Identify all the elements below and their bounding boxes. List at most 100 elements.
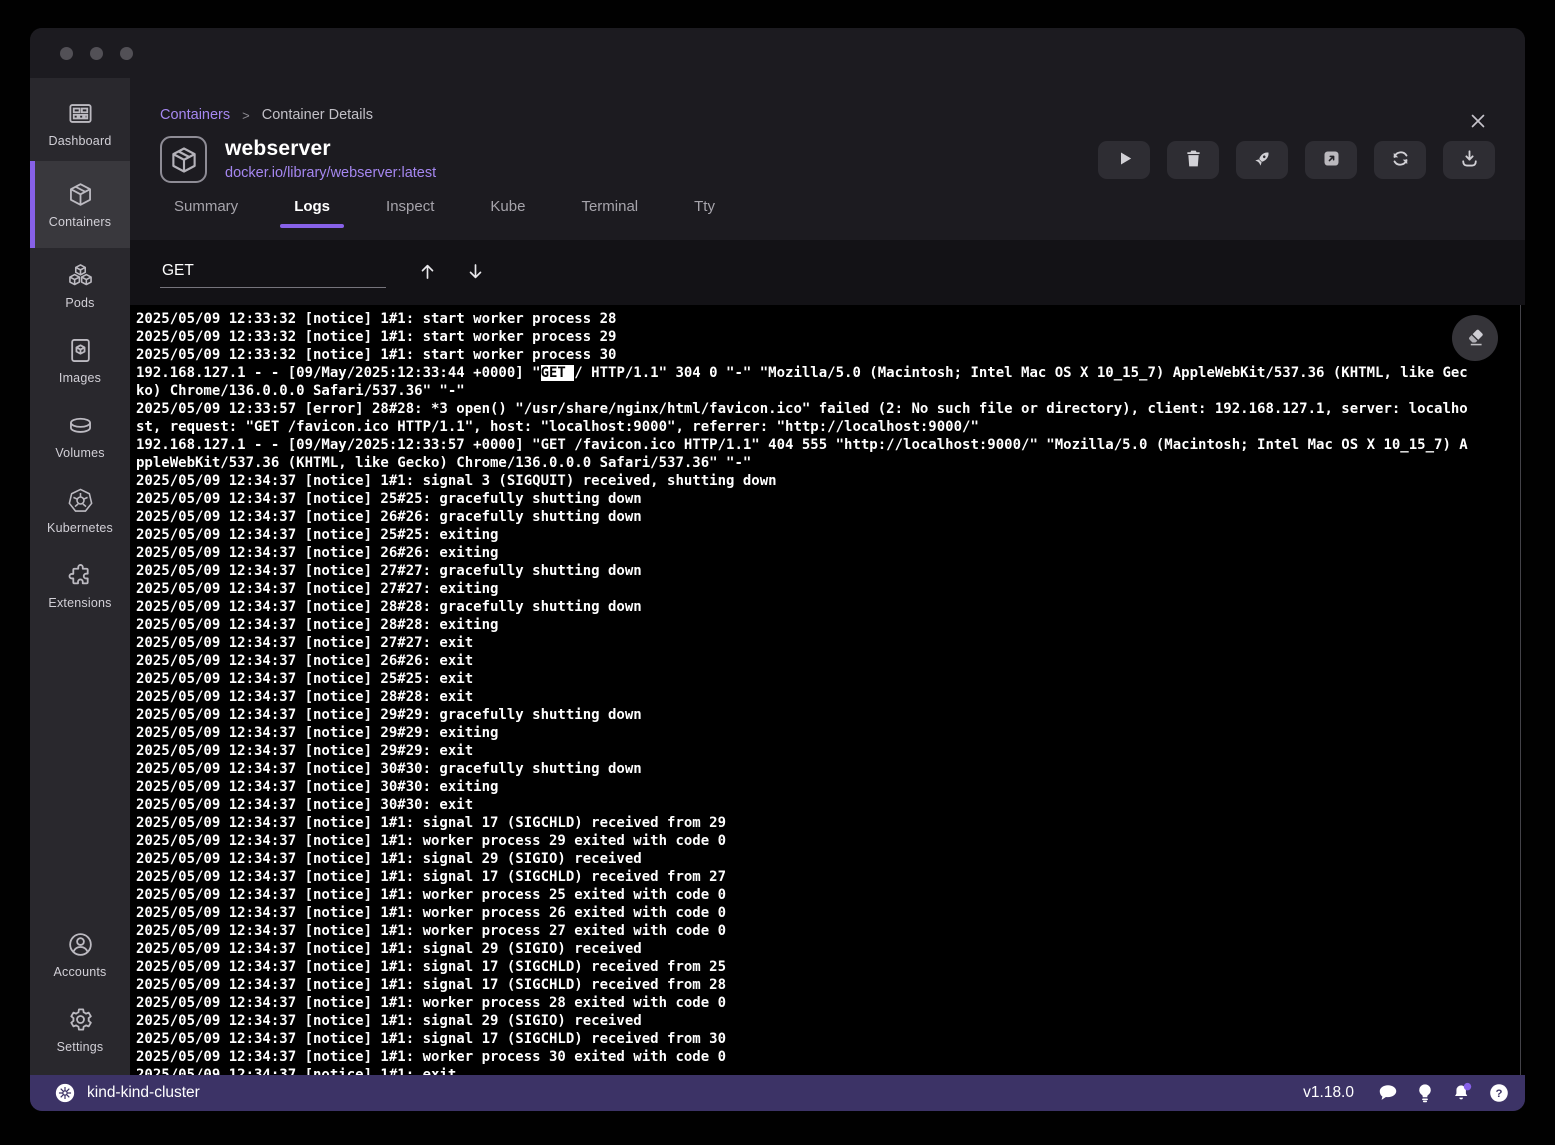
log-search-input[interactable] <box>160 258 386 288</box>
sidebar-item-label: Pods <box>65 296 94 310</box>
log-line: 2025/05/09 12:33:32 [notice] 1#1: start … <box>136 328 1525 346</box>
log-line: 2025/05/09 12:34:37 [notice] 25#25: exit… <box>136 526 1525 544</box>
search-next-button[interactable] <box>458 256 492 290</box>
accounts-icon <box>67 931 94 958</box>
tab-kube[interactable]: Kube <box>476 198 539 228</box>
log-scrollbar-track[interactable] <box>1520 305 1521 1075</box>
window-maximize-dot[interactable] <box>120 47 133 60</box>
log-line: 2025/05/09 12:34:37 [notice] 1#1: signal… <box>136 472 1525 490</box>
sidebar-top-items: Dashboard Containers Pods Images Volumes Kube… <box>30 86 130 623</box>
log-line: 2025/05/09 12:34:37 [notice] 1#1: signal… <box>136 976 1525 994</box>
restart-icon <box>1390 148 1411 172</box>
search-previous-button[interactable] <box>410 256 444 290</box>
log-line: 2025/05/09 12:34:37 [notice] 1#1: worker… <box>136 904 1525 922</box>
export-container-button[interactable] <box>1443 141 1495 179</box>
extensions-icon <box>67 562 94 589</box>
pods-icon <box>67 262 94 289</box>
log-line: 2025/05/09 12:34:37 [notice] 29#29: exit… <box>136 724 1525 742</box>
sidebar-item-label: Dashboard <box>49 134 112 148</box>
sidebar-item-dashboard[interactable]: Dashboard <box>30 86 130 161</box>
cluster-name: kind-kind-cluster <box>87 1084 200 1102</box>
arrow-down-icon <box>465 270 486 285</box>
detail-tabs: Summary Logs Inspect Kube Terminal Tty <box>160 198 1495 228</box>
tab-logs[interactable]: Logs <box>280 198 344 228</box>
title-row: webserver docker.io/library/webserver:la… <box>160 136 1495 183</box>
breadcrumb: Containers > Container Details <box>160 107 1495 123</box>
log-line: 2025/05/09 12:34:37 [notice] 1#1: exit <box>136 1066 1525 1075</box>
log-line: 2025/05/09 12:34:37 [notice] 27#27: grac… <box>136 562 1525 580</box>
window-close-dot[interactable] <box>60 47 73 60</box>
log-line: 2025/05/09 12:34:37 [notice] 28#28: exit <box>136 688 1525 706</box>
start-container-button[interactable] <box>1098 141 1150 179</box>
log-line: 2025/05/09 12:34:37 [notice] 26#26: exit… <box>136 544 1525 562</box>
lightbulb-icon <box>1414 1082 1436 1104</box>
breadcrumb-containers-link[interactable]: Containers <box>160 107 230 123</box>
sidebar-item-extensions[interactable]: Extensions <box>30 548 130 623</box>
open-browser-button[interactable] <box>1305 141 1357 179</box>
settings-icon <box>67 1006 94 1033</box>
sidebar-item-label: Volumes <box>55 446 104 460</box>
log-line: 2025/05/09 12:34:37 [notice] 25#25: exit <box>136 670 1525 688</box>
eraser-icon <box>1464 326 1486 351</box>
log-line: 2025/05/09 12:34:37 [notice] 26#26: exit <box>136 652 1525 670</box>
help-icon: ? <box>1488 1082 1510 1104</box>
dashboard-icon <box>67 100 94 127</box>
log-line: 2025/05/09 12:34:37 [notice] 30#30: exit… <box>136 778 1525 796</box>
log-line: ppleWebKit/537.36 (KHTML, like Gecko) Ch… <box>136 454 1525 472</box>
log-line: 2025/05/09 12:33:32 [notice] 1#1: start … <box>136 346 1525 364</box>
images-icon <box>67 337 94 364</box>
log-output[interactable]: 2025/05/09 12:33:32 [notice] 1#1: start … <box>130 305 1525 1075</box>
log-line: 2025/05/09 12:34:37 [notice] 1#1: worker… <box>136 886 1525 904</box>
tab-terminal[interactable]: Terminal <box>567 198 652 228</box>
log-line: 192.168.127.1 - - [09/May/2025:12:33:57 … <box>136 436 1525 454</box>
svg-text:?: ? <box>1496 1088 1503 1100</box>
help-button[interactable]: ? <box>1488 1082 1510 1104</box>
restart-container-button[interactable] <box>1374 141 1426 179</box>
bell-icon <box>1451 1082 1473 1104</box>
log-line: 2025/05/09 12:34:37 [notice] 28#28: exit… <box>136 616 1525 634</box>
page-title: webserver <box>225 137 436 161</box>
container-actions <box>1098 141 1495 179</box>
sidebar-item-label: Accounts <box>53 965 106 979</box>
notifications-button[interactable] <box>1451 1082 1473 1104</box>
sidebar-item-pods[interactable]: Pods <box>30 248 130 323</box>
close-icon <box>1467 120 1489 135</box>
statusbar-right: v1.18.0 ? <box>1303 1082 1510 1104</box>
tab-summary[interactable]: Summary <box>160 198 252 228</box>
log-line: 2025/05/09 12:33:57 [error] 28#28: *3 op… <box>136 400 1525 418</box>
play-icon <box>1114 148 1135 172</box>
kubernetes-context-button[interactable]: kind-kind-cluster <box>54 1082 200 1104</box>
sidebar-item-images[interactable]: Images <box>30 323 130 398</box>
main-content: Containers > Container Details webserver <box>130 78 1525 1075</box>
open-external-icon <box>1321 148 1342 172</box>
log-line: 2025/05/09 12:34:37 [notice] 1#1: signal… <box>136 1030 1525 1048</box>
sidebar-item-containers[interactable]: Containers <box>30 161 130 248</box>
log-line: 2025/05/09 12:34:37 [notice] 27#27: exit <box>136 634 1525 652</box>
containers-icon <box>67 181 94 208</box>
sidebar-item-accounts[interactable]: Accounts <box>30 917 130 992</box>
breadcrumb-separator: > <box>242 108 250 123</box>
tasks-button[interactable] <box>1414 1082 1436 1104</box>
tab-tty[interactable]: Tty <box>680 198 729 228</box>
rocket-icon <box>1252 148 1273 172</box>
sidebar-bottom-items: Accounts Settings <box>30 917 130 1067</box>
kubernetes-icon <box>67 487 94 514</box>
window-minimize-dot[interactable] <box>90 47 103 60</box>
sidebar: Dashboard Containers Pods Images Volumes Kube… <box>30 78 130 1075</box>
volumes-icon <box>67 412 94 439</box>
log-line: 2025/05/09 12:34:37 [notice] 30#30: exit <box>136 796 1525 814</box>
clear-logs-button[interactable] <box>1452 315 1498 361</box>
log-line: 2025/05/09 12:34:37 [notice] 1#1: signal… <box>136 940 1525 958</box>
kubernetes-wheel-icon <box>54 1082 76 1104</box>
sidebar-item-volumes[interactable]: Volumes <box>30 398 130 473</box>
sidebar-item-kubernetes[interactable]: Kubernetes <box>30 473 130 548</box>
close-details-button[interactable] <box>1467 110 1489 132</box>
sidebar-item-settings[interactable]: Settings <box>30 992 130 1067</box>
delete-container-button[interactable] <box>1167 141 1219 179</box>
log-line: 2025/05/09 12:34:37 [notice] 27#27: exit… <box>136 580 1525 598</box>
deploy-to-kubernetes-button[interactable] <box>1236 141 1288 179</box>
tab-inspect[interactable]: Inspect <box>372 198 448 228</box>
image-link[interactable]: docker.io/library/webserver:latest <box>225 165 436 181</box>
sidebar-item-label: Extensions <box>48 596 111 610</box>
feedback-button[interactable] <box>1377 1082 1399 1104</box>
